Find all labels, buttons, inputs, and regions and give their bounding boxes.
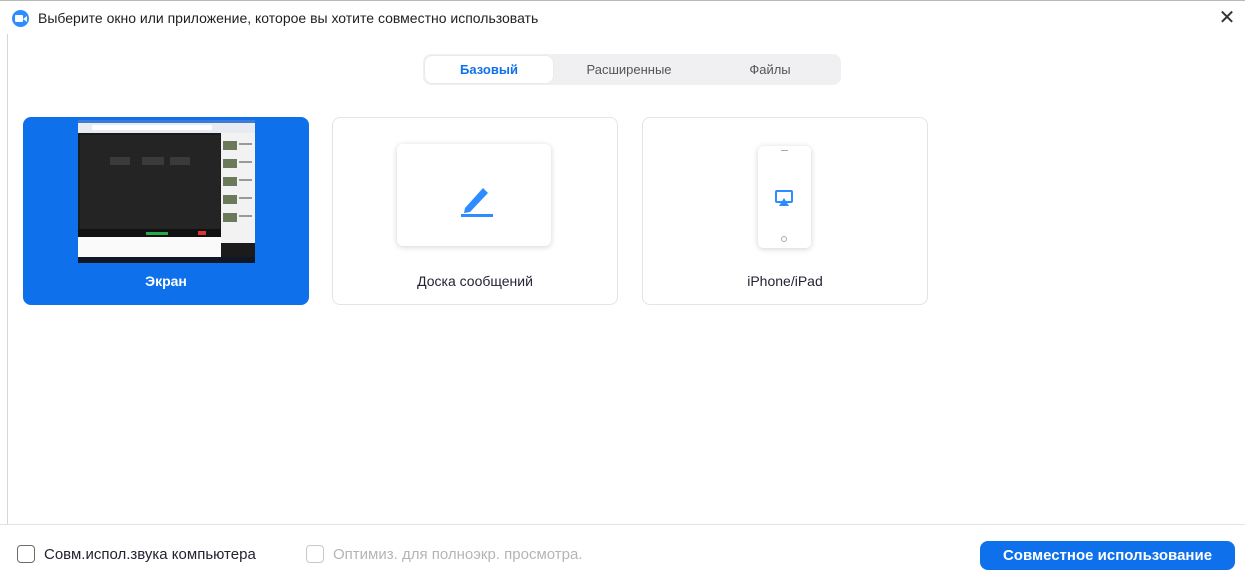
tab-advanced[interactable]: Расширенные [559, 56, 699, 83]
screen-thumbnail [78, 120, 255, 263]
share-button[interactable]: Совместное использование [980, 541, 1235, 570]
footer-divider [0, 524, 1245, 525]
tab-bar: Базовый Расширенные Файлы [423, 54, 841, 85]
title-bar: Выберите окно или приложение, которое вы… [0, 0, 1245, 34]
airplay-icon [775, 190, 793, 206]
share-option-label: iPhone/iPad [747, 273, 823, 289]
window-title: Выберите окно или приложение, которое вы… [38, 10, 539, 26]
phone-preview [758, 146, 811, 248]
window-border [7, 34, 8, 524]
share-sound-label: Совм.испол.звука компьютера [44, 546, 256, 563]
whiteboard-preview [397, 144, 551, 246]
share-option-label: Экран [145, 273, 187, 289]
tab-files[interactable]: Файлы [705, 56, 835, 83]
close-icon[interactable]: ✕ [1215, 6, 1239, 30]
share-option-label: Доска сообщений [417, 273, 533, 289]
share-option-screen[interactable]: Экран [23, 117, 309, 305]
share-option-whiteboard[interactable]: Доска сообщений [332, 117, 618, 305]
share-option-iphone-ipad[interactable]: iPhone/iPad [642, 117, 928, 305]
share-sound-checkbox[interactable] [17, 545, 35, 563]
tab-basic[interactable]: Базовый [425, 56, 553, 83]
zoom-camera-icon [12, 10, 29, 27]
optimize-fullscreen-label: Оптимиз. для полноэкр. просмотра. [333, 546, 583, 563]
optimize-fullscreen-checkbox[interactable] [306, 545, 324, 563]
pencil-icon [461, 188, 493, 217]
